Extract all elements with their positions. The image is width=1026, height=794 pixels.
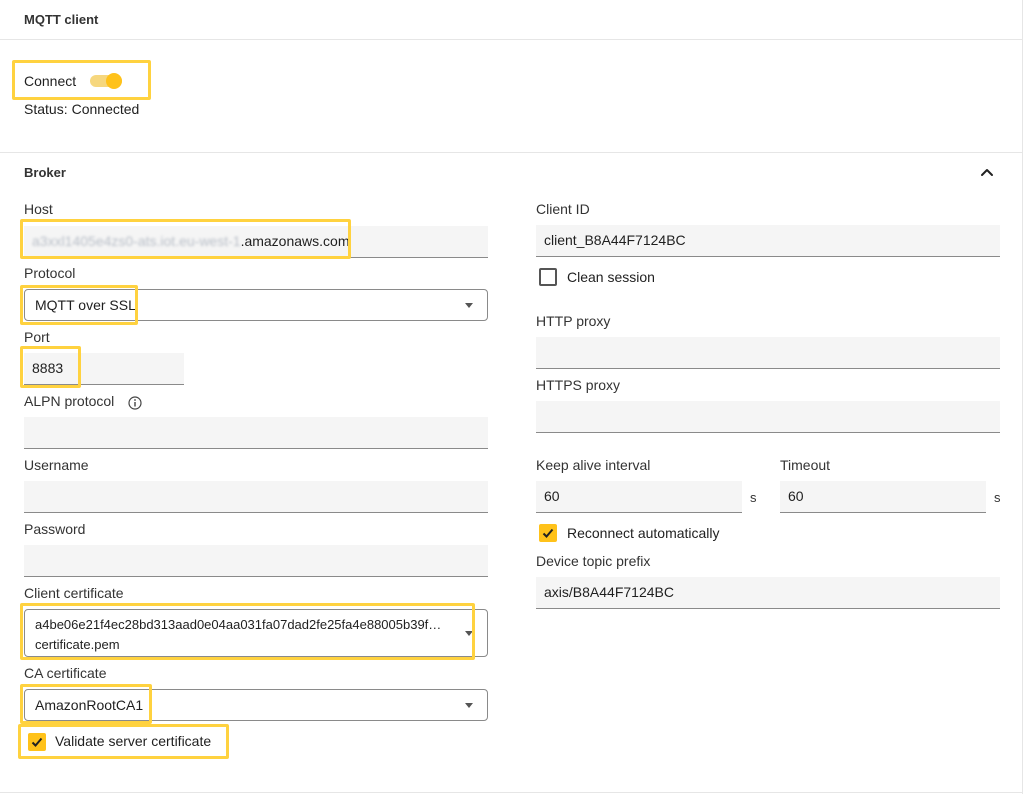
status-value: Connected — [71, 101, 140, 117]
dropdown-caret-icon — [465, 303, 473, 308]
client-certificate-label: Client certificate — [24, 585, 124, 601]
status-text: Status: Connected — [24, 101, 139, 117]
panel-right-border — [1022, 0, 1023, 794]
ca-certificate-select[interactable]: AmazonRootCA1 — [24, 689, 488, 721]
host-label: Host — [24, 201, 53, 217]
alpn-label: ALPN protocol — [24, 393, 115, 409]
reconnect-automatically-checkbox[interactable] — [539, 524, 557, 542]
keep-alive-label: Keep alive interval — [536, 457, 651, 473]
password-input[interactable] — [24, 545, 488, 577]
validate-server-certificate-checkbox[interactable] — [28, 733, 46, 751]
timeout-input[interactable]: 60 — [780, 481, 986, 513]
http-proxy-input[interactable] — [536, 337, 1000, 369]
dropdown-caret-icon — [465, 703, 473, 708]
host-input[interactable]: a3xxl1405e4zs0-ats.iot.eu-west-1.amazona… — [24, 226, 488, 258]
https-proxy-input[interactable] — [536, 401, 1000, 433]
password-label: Password — [24, 521, 86, 537]
header-divider — [0, 39, 1022, 40]
host-domain-value: .amazonaws.com — [240, 233, 350, 249]
toggle-knob — [106, 73, 122, 89]
protocol-selected-value: MQTT over SSL — [35, 297, 136, 313]
https-proxy-label: HTTPS proxy — [536, 377, 621, 393]
keep-alive-input[interactable]: 60 — [536, 481, 742, 513]
broker-section-title: Broker — [24, 165, 66, 180]
device-topic-prefix-label: Device topic prefix — [536, 553, 651, 569]
bottom-divider — [0, 792, 1022, 793]
client-certificate-filename: certificate.pem — [35, 637, 120, 652]
device-topic-prefix-input[interactable]: axis/B8A44F7124BC — [536, 577, 1000, 609]
clean-session-checkbox[interactable] — [539, 268, 557, 286]
protocol-label: Protocol — [24, 265, 76, 281]
port-input[interactable]: 8883 — [24, 353, 184, 385]
keep-alive-unit: s — [750, 490, 757, 505]
connect-toggle[interactable] — [90, 73, 124, 89]
clean-session-label: Clean session — [567, 269, 655, 285]
client-id-input[interactable]: client_B8A44F7124BC — [536, 225, 1000, 257]
info-icon[interactable] — [128, 396, 142, 410]
timeout-label: Timeout — [780, 457, 831, 473]
timeout-unit: s — [994, 490, 1001, 505]
ca-certificate-selected-value: AmazonRootCA1 — [35, 697, 144, 713]
reconnect-automatically-label: Reconnect automatically — [567, 525, 720, 541]
client-id-label: Client ID — [536, 201, 590, 217]
chevron-up-icon[interactable] — [978, 163, 996, 181]
client-certificate-hash: a4be06e21f4ec28bd313aad0e04aa031fa07dad2… — [35, 617, 442, 632]
alpn-input[interactable] — [24, 417, 488, 449]
username-input[interactable] — [24, 481, 488, 513]
dropdown-caret-icon — [465, 631, 473, 636]
status-label: Status: — [24, 101, 68, 117]
page-title: MQTT client — [24, 12, 99, 27]
validate-server-certificate-label: Validate server certificate — [55, 733, 212, 749]
client-certificate-select[interactable]: a4be06e21f4ec28bd313aad0e04aa031fa07dad2… — [24, 609, 488, 657]
connect-label: Connect — [24, 73, 77, 89]
protocol-select[interactable]: MQTT over SSL — [24, 289, 488, 321]
username-label: Username — [24, 457, 89, 473]
port-label: Port — [24, 329, 50, 345]
section-divider — [0, 152, 1022, 153]
http-proxy-label: HTTP proxy — [536, 313, 611, 329]
host-redacted-value: a3xxl1405e4zs0-ats.iot.eu-west-1 — [32, 233, 241, 249]
ca-certificate-label: CA certificate — [24, 665, 107, 681]
